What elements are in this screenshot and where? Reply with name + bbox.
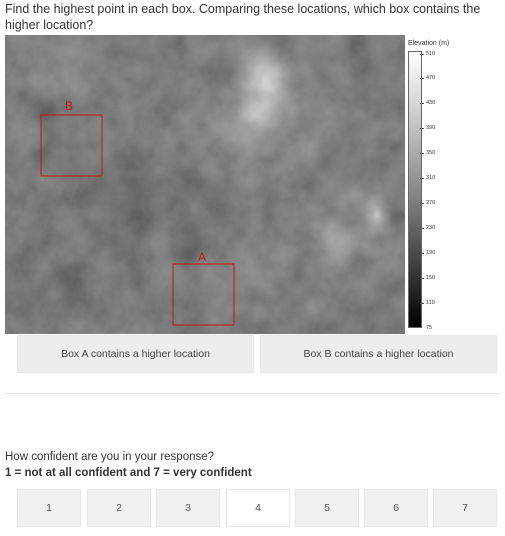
box-b-label: B xyxy=(65,99,73,113)
colorbar-tick xyxy=(420,203,424,204)
colorbar-tick xyxy=(420,54,424,55)
colorbar-tick-label: 470 xyxy=(426,75,436,81)
confidence-option-7[interactable]: 7 xyxy=(433,489,497,527)
colorbar-tick xyxy=(420,253,424,254)
terrain-texture xyxy=(5,35,405,334)
colorbar-tick-label: 230 xyxy=(426,225,436,231)
box-a-higher-button[interactable]: Box A contains a higher location xyxy=(17,335,254,373)
box-a-label: A xyxy=(198,250,206,264)
confidence-option-1[interactable]: 1 xyxy=(17,489,81,527)
colorbar-tick xyxy=(420,103,424,104)
colorbar-tick-label: 390 xyxy=(426,125,436,131)
section-divider xyxy=(5,393,500,394)
colorbar-tick-label: 270 xyxy=(426,200,436,206)
colorbar-tick-label: 150 xyxy=(426,275,436,281)
colorbar-tick xyxy=(420,303,424,304)
confidence-question: How confident are you in your response? xyxy=(5,451,215,463)
colorbar-tick-label: 110 xyxy=(426,300,435,306)
confidence-option-3[interactable]: 3 xyxy=(156,489,220,527)
confidence-option-6[interactable]: 6 xyxy=(364,489,428,527)
confidence-option-5[interactable]: 5 xyxy=(295,489,359,527)
colorbar-tick-label: 75 xyxy=(426,325,433,331)
colorbar-tick xyxy=(420,153,424,154)
elevation-colorbar xyxy=(408,51,422,328)
confidence-option-4[interactable]: 4 xyxy=(226,489,290,527)
colorbar-tick-label: 350 xyxy=(426,150,436,156)
confidence-option-2[interactable]: 2 xyxy=(87,489,151,527)
elevation-map: B A xyxy=(5,35,405,334)
colorbar-tick-label: 430 xyxy=(426,100,436,106)
box-b-higher-button[interactable]: Box B contains a higher location xyxy=(260,335,497,373)
colorbar-tick xyxy=(420,228,424,229)
colorbar-tick xyxy=(420,278,424,279)
question-text: Find the highest point in each box. Comp… xyxy=(5,2,481,32)
colorbar-tick xyxy=(420,128,424,129)
colorbar-tick xyxy=(420,178,424,179)
colorbar-tick-label: 190 xyxy=(426,250,436,256)
colorbar-tick-label: 510 xyxy=(426,51,436,57)
colorbar-tick xyxy=(420,78,424,79)
confidence-scale-description: 1 = not at all confident and 7 = very co… xyxy=(5,467,252,479)
colorbar-title: Elevation (m) xyxy=(408,40,450,47)
colorbar-tick-label: 310 xyxy=(426,175,436,181)
